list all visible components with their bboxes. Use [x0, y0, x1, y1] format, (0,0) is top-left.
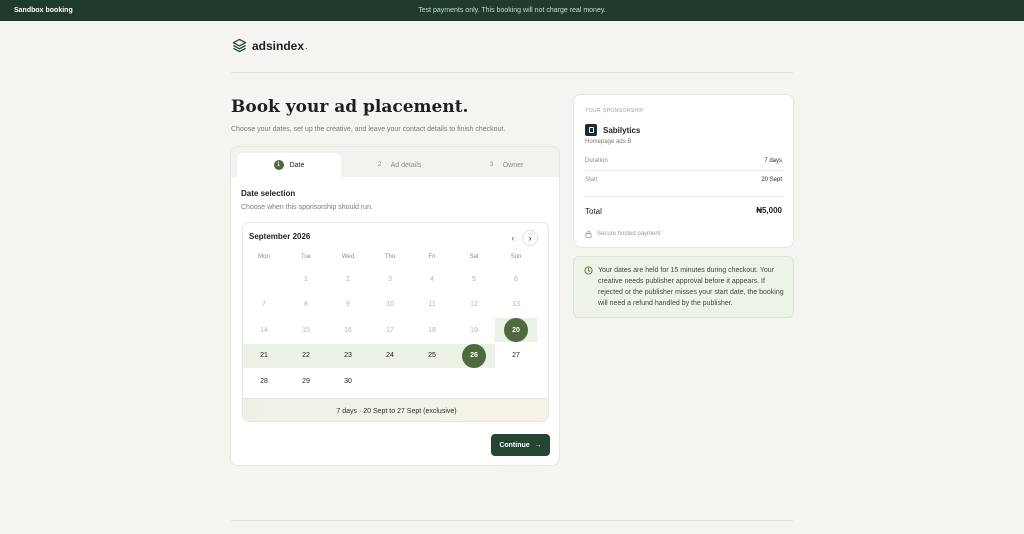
arrow-right-icon: → — [534, 441, 542, 449]
step-tabs: 1 Date 2 Ad details 3 Owner — [231, 147, 559, 177]
section-title: Date selection — [241, 189, 296, 198]
calendar-day[interactable]: 24 — [378, 344, 402, 368]
divider — [585, 170, 784, 171]
secure-payment-text: Secure hosted payment — [597, 231, 661, 237]
booking-card: 1 Date 2 Ad details 3 Owner Date selecti… — [230, 146, 560, 466]
clock-icon — [584, 266, 593, 275]
weekday-label: Fri — [428, 254, 436, 260]
calendar-day: 2 — [346, 275, 350, 283]
calendar-day: 8 — [304, 301, 308, 308]
tab-date[interactable]: 1 Date — [237, 153, 341, 177]
calendar-month: September 2026 — [249, 232, 311, 241]
layers-logo-icon — [232, 38, 247, 53]
calendar-day: 6 — [514, 275, 518, 283]
calendar-day: 11 — [428, 301, 436, 308]
calendar-day[interactable]: 25 — [420, 344, 444, 368]
calendar-day[interactable]: 20 — [504, 318, 528, 342]
step-number: 1 — [273, 160, 284, 170]
calendar-day: 12 — [470, 301, 478, 308]
lock-icon — [585, 230, 592, 238]
calendar-day: 14 — [260, 326, 268, 334]
sandbox-note: Test payments only. This booking will no… — [418, 7, 606, 14]
slot-name: Homepage ads B — [585, 139, 632, 145]
calendar-day: 3 — [388, 275, 392, 283]
divider — [585, 196, 784, 197]
selected-range-band — [243, 343, 495, 368]
calendar-day[interactable]: 29 — [294, 369, 318, 393]
weekday-label: Sat — [469, 254, 479, 260]
continue-label: Continue — [499, 441, 530, 449]
footer-divider — [231, 520, 793, 521]
hold-notice: Your dates are held for 15 minutes durin… — [573, 256, 794, 318]
tab-label: Owner — [502, 161, 524, 169]
calendar-day: 5 — [472, 275, 476, 283]
secure-payment-note: Secure hosted payment — [585, 230, 660, 238]
summary-eyebrow: YOUR SPONSORSHIP — [585, 108, 644, 114]
continue-button[interactable]: Continue → — [491, 434, 550, 456]
calendar-day: 18 — [428, 326, 436, 334]
total-label: Total — [585, 207, 602, 216]
start-label: Start — [585, 177, 598, 183]
date-picker-calendar: September 2026 ‹ › 7 days · 20 Sept to 2… — [242, 222, 549, 422]
brand-icon — [585, 124, 597, 136]
weekday-label: Sun — [510, 254, 522, 260]
duration-label: Duration — [585, 158, 608, 164]
calendar-day[interactable]: 23 — [336, 344, 360, 368]
step-number: 3 — [490, 162, 494, 168]
tab-label: Date — [289, 161, 305, 169]
duration-value: 7 days — [764, 158, 782, 164]
range-summary: 7 days · 20 Sept to 27 Sept (exclusive) — [243, 398, 548, 421]
calendar-day: 1 — [304, 275, 308, 283]
weekday-label: Mon — [258, 254, 270, 260]
calendar-day: 4 — [430, 275, 434, 283]
weekday-label: Wed — [341, 254, 355, 260]
logo-dot: . — [305, 40, 308, 51]
start-value: 20 Sept — [761, 177, 782, 183]
logo-text: adsindex — [252, 38, 305, 53]
page-subtitle: Choose your dates, set up the creative, … — [231, 126, 506, 133]
tab-label: Ad details — [390, 161, 422, 169]
section-subtitle: Choose when this sponsorship should run. — [241, 204, 373, 211]
sandbox-banner: Sandbox booking Test payments only. This… — [0, 0, 1024, 21]
calendar-day: 17 — [386, 326, 394, 334]
calendar-day: 15 — [302, 326, 310, 334]
calendar-day[interactable]: 30 — [336, 369, 360, 393]
calendar-day: 16 — [344, 326, 352, 334]
previous-month-button[interactable]: ‹ — [506, 231, 520, 245]
header-divider — [231, 72, 793, 73]
total-value: ₦5,000 — [756, 206, 782, 215]
tab-owner[interactable]: 3 Owner — [455, 153, 555, 177]
calendar-day[interactable]: 27 — [504, 344, 528, 368]
calendar-day[interactable]: 28 — [252, 369, 276, 393]
calendar-day: 7 — [262, 301, 266, 308]
notice-text: Your dates are held for 15 minutes durin… — [598, 267, 784, 307]
step-number: 2 — [377, 162, 382, 168]
calendar-day: 19 — [470, 326, 478, 334]
brand-name: Sabilytics — [603, 126, 641, 135]
calendar-day[interactable]: 21 — [252, 344, 276, 368]
sponsorship-summary-card: YOUR SPONSORSHIP Sabilytics Homepage ads… — [573, 94, 794, 248]
page-title: Book your ad placement. — [231, 97, 469, 117]
calendar-day[interactable]: 26 — [462, 343, 486, 368]
weekday-label: Tue — [300, 254, 312, 260]
calendar-day[interactable]: 22 — [294, 344, 318, 368]
calendar-day: 10 — [386, 301, 394, 308]
next-month-button[interactable]: › — [522, 230, 538, 246]
calendar-day: 9 — [346, 301, 350, 308]
logo[interactable]: adsindex . — [232, 38, 308, 53]
tab-ad-details[interactable]: 2 Ad details — [347, 153, 449, 177]
calendar-day: 13 — [512, 301, 520, 308]
weekday-label: Thu — [384, 254, 396, 260]
